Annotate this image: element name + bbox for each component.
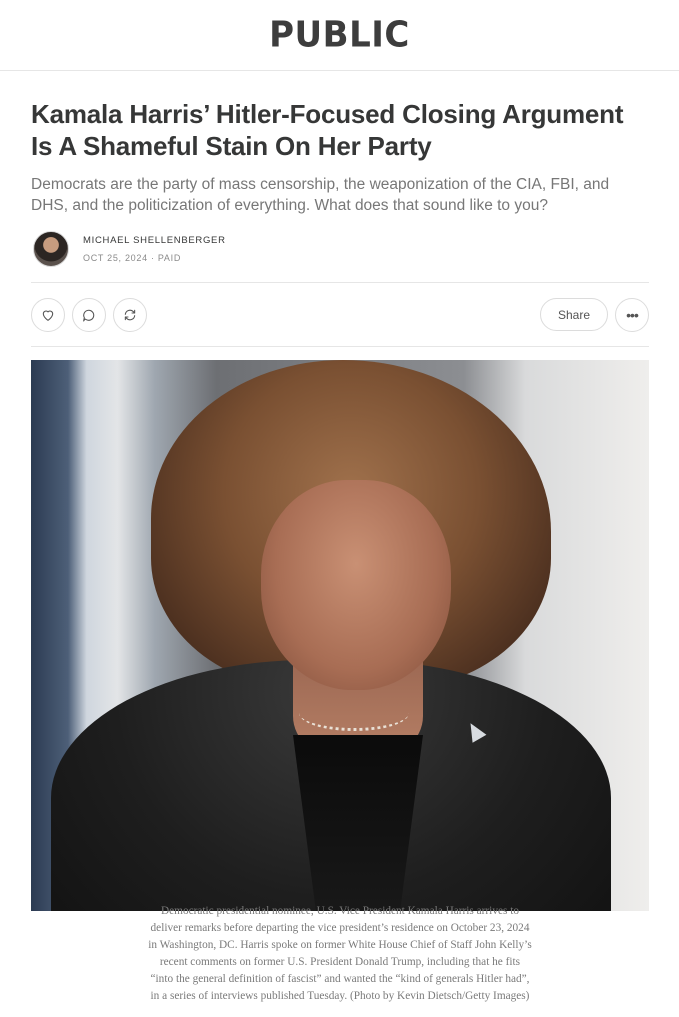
caption-line: recent comments on former U.S. President… (159, 955, 521, 968)
share-button[interactable]: Share (539, 298, 608, 331)
caption-line: “into the general definition of fascist”… (150, 972, 530, 985)
author-name[interactable]: MICHAEL SHELLENBERGER (83, 235, 226, 246)
article: Kamala Harris’ Hitler-Focused Closing Ar… (31, 71, 649, 911)
top-bar: PUBLIC (0, 0, 679, 71)
caption-line: deliver remarks before departing the vic… (150, 921, 530, 934)
image-caption: Democratic presidential nominee, U.S. Vi… (31, 903, 649, 1004)
access-badge: PAID (157, 253, 182, 263)
like-button[interactable] (31, 297, 65, 332)
publication-logo[interactable]: PUBLIC (269, 14, 410, 56)
post-meta: OCT 25, 2024 · PAID (83, 253, 226, 263)
author-avatar[interactable] (33, 231, 69, 267)
byline-text: MICHAEL SHELLENBERGER OCT 25, 2024 · PAI… (83, 235, 226, 263)
article-subtitle: Democrats are the party of mass censorsh… (31, 176, 610, 214)
byline: MICHAEL SHELLENBERGER OCT 25, 2024 · PAI… (31, 229, 649, 269)
meta-separator: · (150, 253, 155, 263)
restack-icon (124, 309, 136, 320)
restack-button[interactable] (113, 297, 147, 332)
caption-line: in Washington, DC. Harris spoke on forme… (148, 938, 532, 951)
more-options-button[interactable]: ••• (615, 297, 649, 332)
article-title: Kamala Harris’ Hitler-Focused Closing Ar… (31, 99, 624, 161)
heart-icon (42, 310, 54, 321)
caption-line: Democratic presidential nominee, U.S. Vi… (161, 905, 519, 917)
post-date: OCT 25, 2024 (83, 253, 148, 263)
post-actions-bar: Share ••• (31, 282, 649, 347)
article-hero-image[interactable] (31, 360, 649, 911)
comment-icon (83, 309, 95, 322)
comment-button[interactable] (72, 297, 106, 332)
caption-line: in a series of interviews published Tues… (150, 989, 530, 1002)
